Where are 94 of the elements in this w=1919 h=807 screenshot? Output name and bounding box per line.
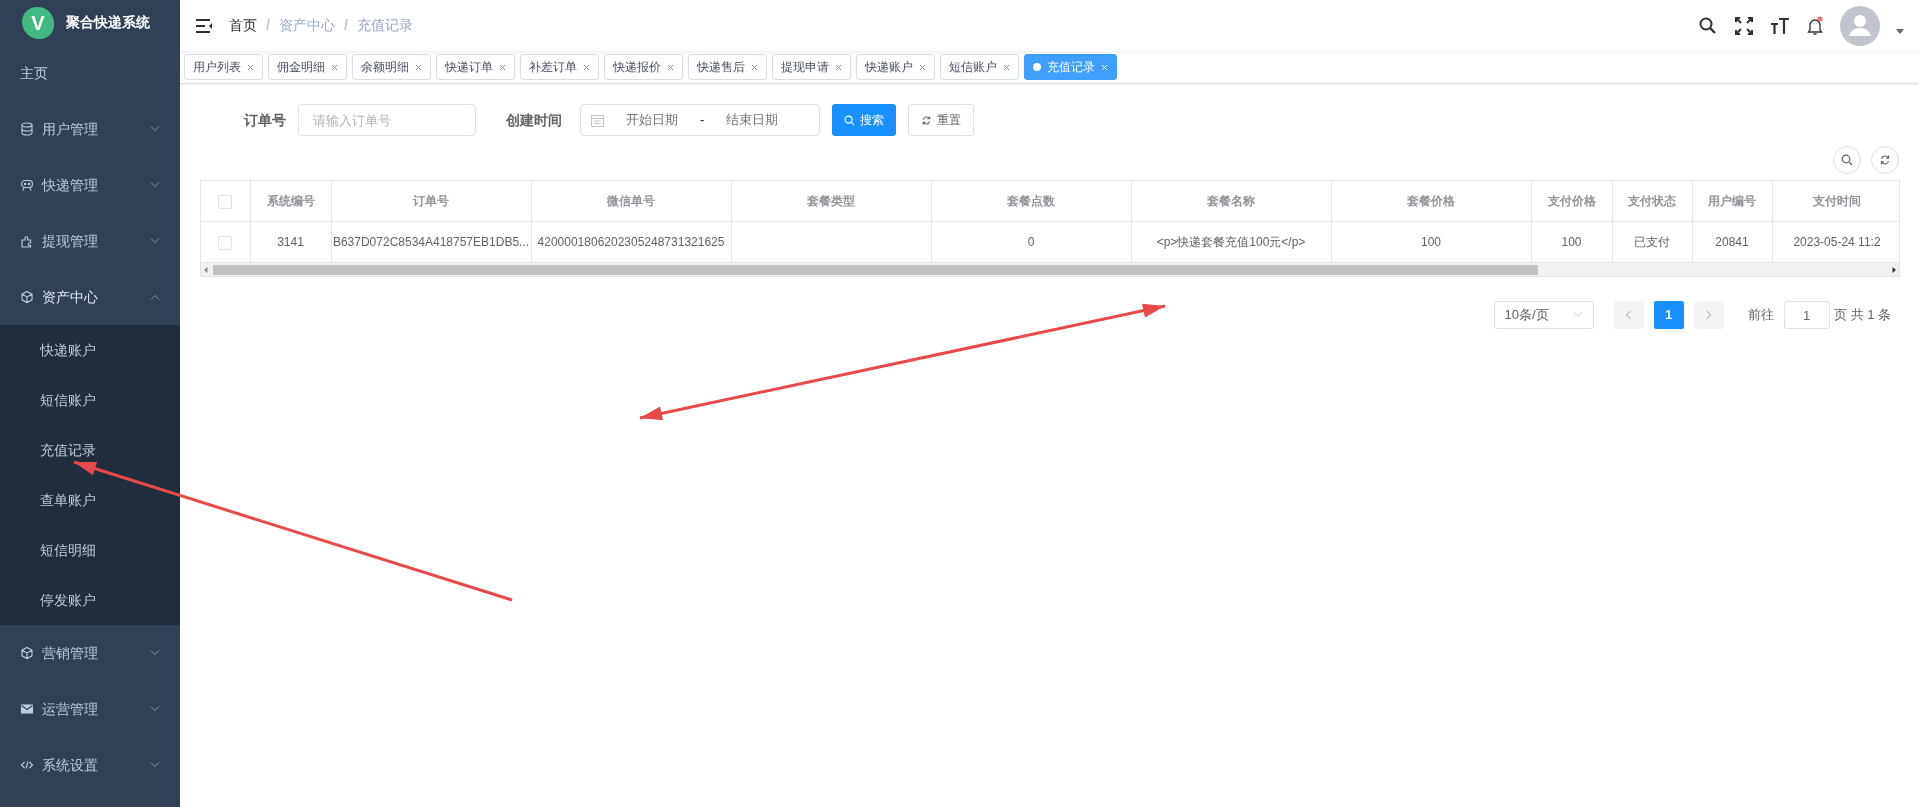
status-dot xyxy=(1033,63,1041,71)
refresh-button[interactable] xyxy=(1871,146,1899,174)
range-separator: - xyxy=(700,111,705,130)
sidebar-item[interactable]: 快递管理 xyxy=(0,157,180,213)
tab-label[interactable]: 补差订单 xyxy=(529,58,577,76)
page-size-select[interactable]: 10条/页 xyxy=(1493,301,1594,329)
sidebar-item[interactable]: 主页 xyxy=(0,45,180,101)
sidebar-item[interactable]: 系统设置 xyxy=(0,737,180,793)
sidebar-item[interactable]: 用户管理 xyxy=(0,101,180,157)
scrollbar-thumb[interactable] xyxy=(213,264,1538,275)
column-header: 套餐名称 xyxy=(1207,193,1255,208)
search-icon xyxy=(844,114,855,126)
tab-label[interactable]: 提现申请 xyxy=(781,58,829,76)
tab-label[interactable]: 快递报价 xyxy=(613,58,661,76)
tab-label[interactable]: 用户列表 xyxy=(193,58,241,76)
column-header: 支付价格 xyxy=(1547,193,1596,208)
database-icon xyxy=(20,122,34,136)
submenu-item[interactable]: 停发账户 xyxy=(0,575,180,625)
column-header: 套餐价格 xyxy=(1407,193,1455,208)
table-cell: 20841 xyxy=(1715,234,1749,249)
breadcrumb-item[interactable]: 首页 xyxy=(229,15,257,36)
breadcrumb-item: 充值记录 xyxy=(356,16,413,35)
tab[interactable]: 快递报价 xyxy=(604,54,683,80)
app-name: 聚合快递系统 xyxy=(66,13,150,32)
tab[interactable]: 快递订单 xyxy=(436,54,515,80)
column-header: 支付状态 xyxy=(1628,193,1676,208)
tab[interactable]: 佣金明细 xyxy=(268,54,347,80)
total-count: 共 1 条 xyxy=(1850,306,1891,325)
sidebar-item[interactable]: 资产中心 xyxy=(0,269,180,325)
mail-icon xyxy=(20,702,34,716)
column-header: 订单号 xyxy=(413,193,449,208)
column-header: 套餐点数 xyxy=(1007,193,1055,208)
cube-icon xyxy=(20,646,34,660)
tab-label[interactable]: 快递账户 xyxy=(865,58,913,76)
horizontal-scrollbar[interactable] xyxy=(201,262,1899,276)
cube-icon xyxy=(20,290,34,304)
row-checkbox[interactable] xyxy=(218,235,233,250)
puzzle-icon xyxy=(20,234,34,248)
goto-label: 前往 xyxy=(1747,306,1774,325)
tab[interactable]: 补差订单 xyxy=(520,54,599,80)
refresh-icon xyxy=(921,114,932,126)
sidebar-item[interactable]: 营销管理 xyxy=(0,625,180,681)
fullscreen-icon[interactable] xyxy=(1734,14,1754,37)
tab-label[interactable]: 短信账户 xyxy=(949,58,997,76)
sidebar-item[interactable]: 运营管理 xyxy=(0,681,180,737)
table-cell: 0 xyxy=(1027,234,1035,249)
column-header: 套餐类型 xyxy=(807,193,855,208)
page-input-field[interactable]: 1 xyxy=(1783,301,1830,329)
bell-icon[interactable] xyxy=(1806,14,1824,37)
robot-icon xyxy=(20,178,34,192)
submenu-item[interactable]: 快递账户 xyxy=(0,325,180,375)
tab-label[interactable]: 佣金明细 xyxy=(277,58,325,76)
date-range-field[interactable]: 开始日期 - 结束日期 xyxy=(580,104,820,136)
logo-icon: V xyxy=(22,6,54,39)
reset-button[interactable]: 重置 xyxy=(908,104,974,136)
start-date-field[interactable]: 开始日期 xyxy=(612,109,692,131)
table-cell: 4200001806202305248731321625 xyxy=(537,234,725,249)
field-label: 订单号 xyxy=(244,110,286,130)
order-input-field[interactable]: 请输入订单号 xyxy=(298,104,476,136)
search-button[interactable] xyxy=(1833,146,1861,174)
field-label: 创建时间 xyxy=(506,110,562,130)
breadcrumb-separator: / xyxy=(266,16,270,35)
tab[interactable]: 余额明细 xyxy=(352,54,431,80)
column-header: 系统编号 xyxy=(266,193,315,208)
tab[interactable]: 快递账户 xyxy=(856,54,935,80)
tab-label[interactable]: 快递售后 xyxy=(697,58,745,76)
submenu-item[interactable]: 短信明细 xyxy=(0,525,180,575)
end-date-field[interactable]: 结束日期 xyxy=(712,109,793,131)
tab[interactable]: 提现申请 xyxy=(772,54,851,80)
refresh-icon xyxy=(1879,154,1891,166)
goto-label: 页 xyxy=(1833,306,1847,325)
sidebar-item[interactable]: 提现管理 xyxy=(0,213,180,269)
table-cell: 2023-05-24 11:2 xyxy=(1793,234,1881,249)
table-cell: <p>快递套餐充值100元</p> xyxy=(1156,234,1306,249)
tab-label[interactable]: 快递订单 xyxy=(445,58,493,76)
submenu-item[interactable]: 短信账户 xyxy=(0,375,180,425)
submenu-item[interactable]: 查单账户 xyxy=(0,475,180,525)
tab[interactable]: 快递售后 xyxy=(688,54,767,80)
search-icon xyxy=(1841,154,1853,166)
tab-label[interactable]: 余额明细 xyxy=(361,58,409,76)
table-cell: 100 xyxy=(1421,234,1441,249)
table-cell: B637D072C8534A418757EB1DB5... xyxy=(332,234,530,249)
breadcrumb-separator: / xyxy=(343,16,348,35)
tab[interactable]: 用户列表 xyxy=(184,54,263,80)
table-cell: 已支付 xyxy=(1634,234,1670,249)
tab[interactable]: 短信账户 xyxy=(940,54,1019,80)
submenu-item[interactable]: 充值记录 xyxy=(0,425,180,475)
column-header: 微信单号 xyxy=(607,193,655,208)
select-all-checkbox[interactable] xyxy=(218,194,233,209)
table-cell: 3141 xyxy=(277,234,304,249)
table-cell: 100 xyxy=(1561,234,1582,249)
column-header: 支付时间 xyxy=(1813,193,1861,208)
code-icon xyxy=(20,758,34,772)
column-header: 用户编号 xyxy=(1708,193,1756,208)
